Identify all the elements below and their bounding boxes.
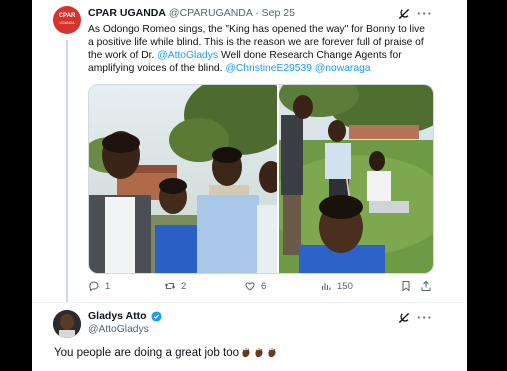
reply-action[interactable]: 1: [88, 280, 110, 292]
author-avatar[interactable]: CPAR UGANDA: [53, 6, 81, 34]
more-icon[interactable]: ···: [417, 310, 433, 325]
retweet-count: 2: [181, 280, 187, 292]
tweet-date[interactable]: Sep 25: [262, 7, 295, 19]
like-icon: [245, 282, 255, 291]
reply-author-name[interactable]: Gladys Atto: [88, 310, 147, 322]
group-selfie-image: [89, 85, 277, 273]
mention-link[interactable]: @ChristineE29539: [225, 63, 312, 74]
reply-author-handle[interactable]: @AttoGladys: [88, 324, 149, 335]
views-icon: [321, 283, 331, 290]
reply-author-line: Gladys Atto: [88, 310, 162, 322]
retweet-action[interactable]: 2: [164, 280, 186, 292]
verified-badge-icon: [151, 310, 162, 322]
mention-link[interactable]: @AttoGladys: [157, 50, 218, 61]
mention-link[interactable]: @nowaraga: [315, 63, 371, 74]
share-icon: [421, 280, 431, 291]
clap-icon: [268, 348, 276, 358]
bookmark-action[interactable]: [400, 280, 412, 292]
like-action[interactable]: 6: [244, 280, 266, 292]
retweet-icon: [164, 283, 176, 289]
tweet-thread: CPAR UGANDA CPAR UGANDA @CPARUGANDA · Se…: [32, 0, 467, 371]
avatar-logo-subtext: UGANDA: [59, 21, 75, 25]
reply-text-row: You people are doing a great job too: [54, 347, 278, 359]
tweet-media[interactable]: [88, 84, 434, 274]
photo-group-selfie[interactable]: [89, 85, 277, 273]
grok-icon[interactable]: [397, 311, 411, 325]
clap-icon: [242, 348, 250, 358]
photo-outdoor-selfie[interactable]: [279, 85, 433, 273]
dot-separator: ·: [255, 7, 259, 19]
tweet-text: As Odongo Romeo sings, the "King has ope…: [88, 23, 430, 75]
tweet-actions: 1 2 6 150: [88, 280, 432, 296]
views-count: 150: [337, 280, 353, 292]
tweet-divider: [32, 302, 467, 303]
clap-icon: [255, 348, 263, 358]
share-action[interactable]: [420, 280, 432, 292]
reply-author-avatar[interactable]: [53, 310, 81, 338]
like-count: 6: [261, 280, 267, 292]
right-black-bar: [467, 0, 507, 371]
author-handle[interactable]: @CPARUGANDA: [169, 7, 252, 19]
grok-icon[interactable]: [397, 7, 411, 21]
author-name[interactable]: CPAR UGANDA: [88, 7, 166, 19]
views-action[interactable]: 150: [320, 280, 353, 292]
bookmark-icon: [402, 281, 410, 292]
avatar-photo: [53, 310, 81, 338]
tweet-header: CPAR UGANDA @CPARUGANDA · Sep 25: [88, 7, 295, 19]
reply-text: You people are doing a great job too: [54, 347, 240, 359]
more-icon[interactable]: ···: [417, 6, 433, 21]
reply-count: 1: [105, 280, 111, 292]
avatar-logo-text: CPAR: [58, 13, 76, 19]
thread-connector-line: [66, 40, 68, 302]
reply-icon: [89, 281, 99, 292]
left-black-bar: [0, 0, 32, 371]
outdoor-selfie-image: [279, 85, 433, 273]
